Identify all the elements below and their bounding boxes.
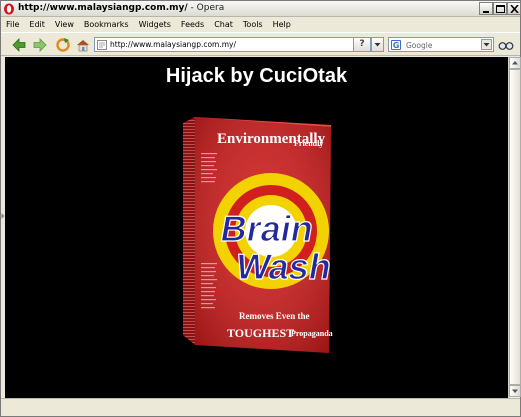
arrow-down-icon bbox=[512, 389, 518, 393]
help-button[interactable]: ? bbox=[353, 37, 371, 52]
vertical-scrollbar[interactable] bbox=[508, 57, 521, 398]
back-arrow-icon[interactable] bbox=[11, 37, 27, 53]
title-app-name: Opera bbox=[196, 3, 225, 13]
address-input[interactable]: http://www.malaysiangp.com.my/ bbox=[110, 40, 236, 49]
search-box[interactable]: G Google bbox=[388, 37, 494, 52]
menu-tools[interactable]: Tools bbox=[243, 20, 263, 29]
address-dropdown-button[interactable] bbox=[371, 37, 384, 52]
box-top-line2: Friendly bbox=[294, 139, 323, 148]
menu-edit[interactable]: Edit bbox=[29, 20, 45, 29]
search-engine-icon[interactable]: G bbox=[391, 40, 401, 50]
zoom-glasses-icon[interactable] bbox=[498, 37, 514, 53]
minimize-icon bbox=[483, 11, 489, 13]
status-bar bbox=[1, 398, 520, 416]
box-bottom-line1: Removes Even the bbox=[239, 311, 310, 321]
address-bar[interactable]: http://www.malaysiangp.com.my/ bbox=[94, 37, 384, 52]
menu-file[interactable]: File bbox=[6, 20, 19, 29]
box-brand-wash: Wash bbox=[233, 246, 335, 287]
opera-logo-icon bbox=[4, 3, 14, 15]
browser-window: http://www.malaysiangp.com.my/ - Opera F… bbox=[0, 0, 521, 417]
reload-icon[interactable] bbox=[55, 37, 71, 53]
page-content: Hijack by CuciOtak Environmentally Frien… bbox=[5, 57, 508, 398]
menu-view[interactable]: View bbox=[55, 20, 74, 29]
navigation-toolbar: http://www.malaysiangp.com.my/ ? G Googl… bbox=[1, 32, 520, 56]
menu-widgets[interactable]: Widgets bbox=[139, 20, 171, 29]
minimize-button[interactable] bbox=[479, 2, 493, 15]
box-brand-brain: Brain bbox=[218, 208, 317, 249]
page-heading: Hijack by CuciOtak bbox=[165, 65, 348, 87]
forward-arrow-icon[interactable] bbox=[32, 37, 48, 53]
scroll-thumb[interactable] bbox=[509, 69, 521, 385]
home-icon[interactable] bbox=[75, 37, 91, 53]
menu-bookmarks[interactable]: Bookmarks bbox=[84, 20, 129, 29]
box-bottom-small: Propaganda bbox=[291, 329, 333, 338]
chevron-down-icon bbox=[374, 43, 381, 47]
title-url: http://www.malaysiangp.com.my/ bbox=[18, 3, 188, 13]
menu-chat[interactable]: Chat bbox=[214, 20, 233, 29]
search-dropdown-icon[interactable] bbox=[481, 39, 492, 50]
maximize-button[interactable] bbox=[493, 2, 507, 15]
arrow-up-icon bbox=[512, 61, 518, 65]
scroll-up-button[interactable] bbox=[509, 57, 521, 69]
close-icon bbox=[510, 5, 519, 13]
title-bar[interactable]: http://www.malaysiangp.com.my/ - Opera bbox=[1, 1, 521, 17]
brainwash-box-image: Environmentally Friendly Brain Wash Remo… bbox=[183, 117, 335, 353]
menu-feeds[interactable]: Feeds bbox=[181, 20, 204, 29]
search-input[interactable]: Google bbox=[406, 41, 432, 50]
menu-help[interactable]: Help bbox=[273, 20, 291, 29]
title-separator: - bbox=[187, 3, 197, 13]
menu-bar: File Edit View Bookmarks Widgets Feeds C… bbox=[1, 17, 520, 32]
scroll-down-button[interactable] bbox=[509, 385, 521, 397]
window-title: http://www.malaysiangp.com.my/ - Opera bbox=[18, 3, 224, 13]
favicon-icon bbox=[97, 40, 107, 50]
close-button[interactable] bbox=[507, 2, 521, 15]
maximize-icon bbox=[496, 5, 505, 13]
box-bottom-big: TOUGHEST bbox=[227, 326, 294, 340]
